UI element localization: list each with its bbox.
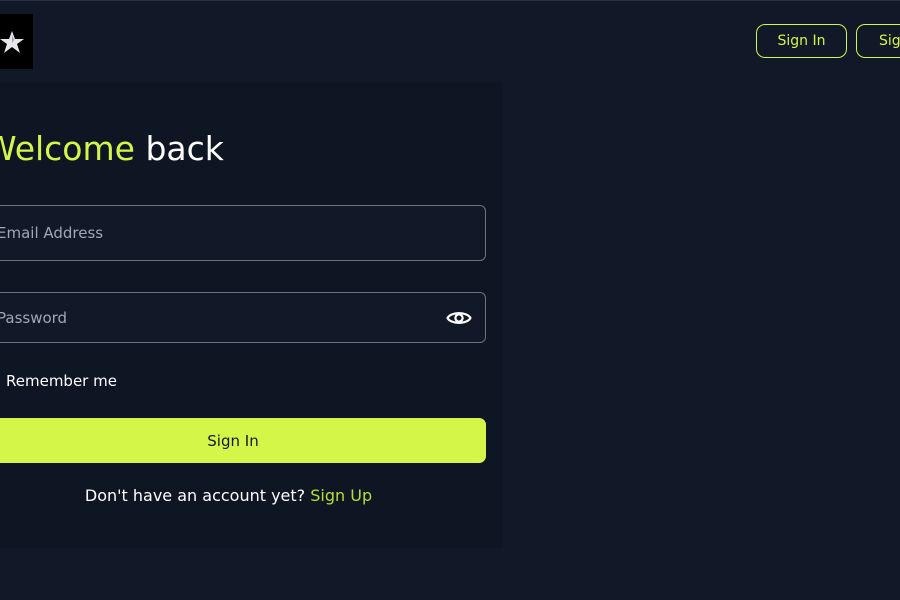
password-input[interactable] — [0, 293, 485, 342]
page-title: Welcome back — [0, 128, 224, 170]
top-divider — [0, 0, 900, 1]
password-visibility-toggle[interactable] — [445, 307, 473, 329]
signup-prompt-text: Don't have an account yet? — [84, 486, 311, 505]
logo[interactable] — [0, 14, 33, 69]
header-signup-button[interactable]: Sign Up — [856, 24, 900, 58]
remember-me[interactable]: Remember me — [0, 372, 117, 390]
title-rest: back — [134, 129, 224, 168]
eye-icon — [446, 311, 472, 324]
title-accent: Welcome — [0, 129, 135, 168]
password-field-wrapper — [0, 292, 486, 343]
signup-link[interactable]: Sign Up — [310, 486, 372, 505]
star-logo-icon — [0, 30, 24, 53]
header-signin-button[interactable]: Sign In — [756, 24, 847, 58]
login-page: Sign In Sign Up Welcome back Remember me… — [0, 0, 900, 600]
remember-label: Remember me — [6, 372, 117, 390]
email-field-wrapper — [0, 205, 486, 261]
signin-submit-button[interactable]: Sign In — [0, 418, 486, 463]
signup-prompt-row: Don't have an account yet? Sign Up — [0, 486, 457, 505]
email-input[interactable] — [0, 206, 485, 260]
